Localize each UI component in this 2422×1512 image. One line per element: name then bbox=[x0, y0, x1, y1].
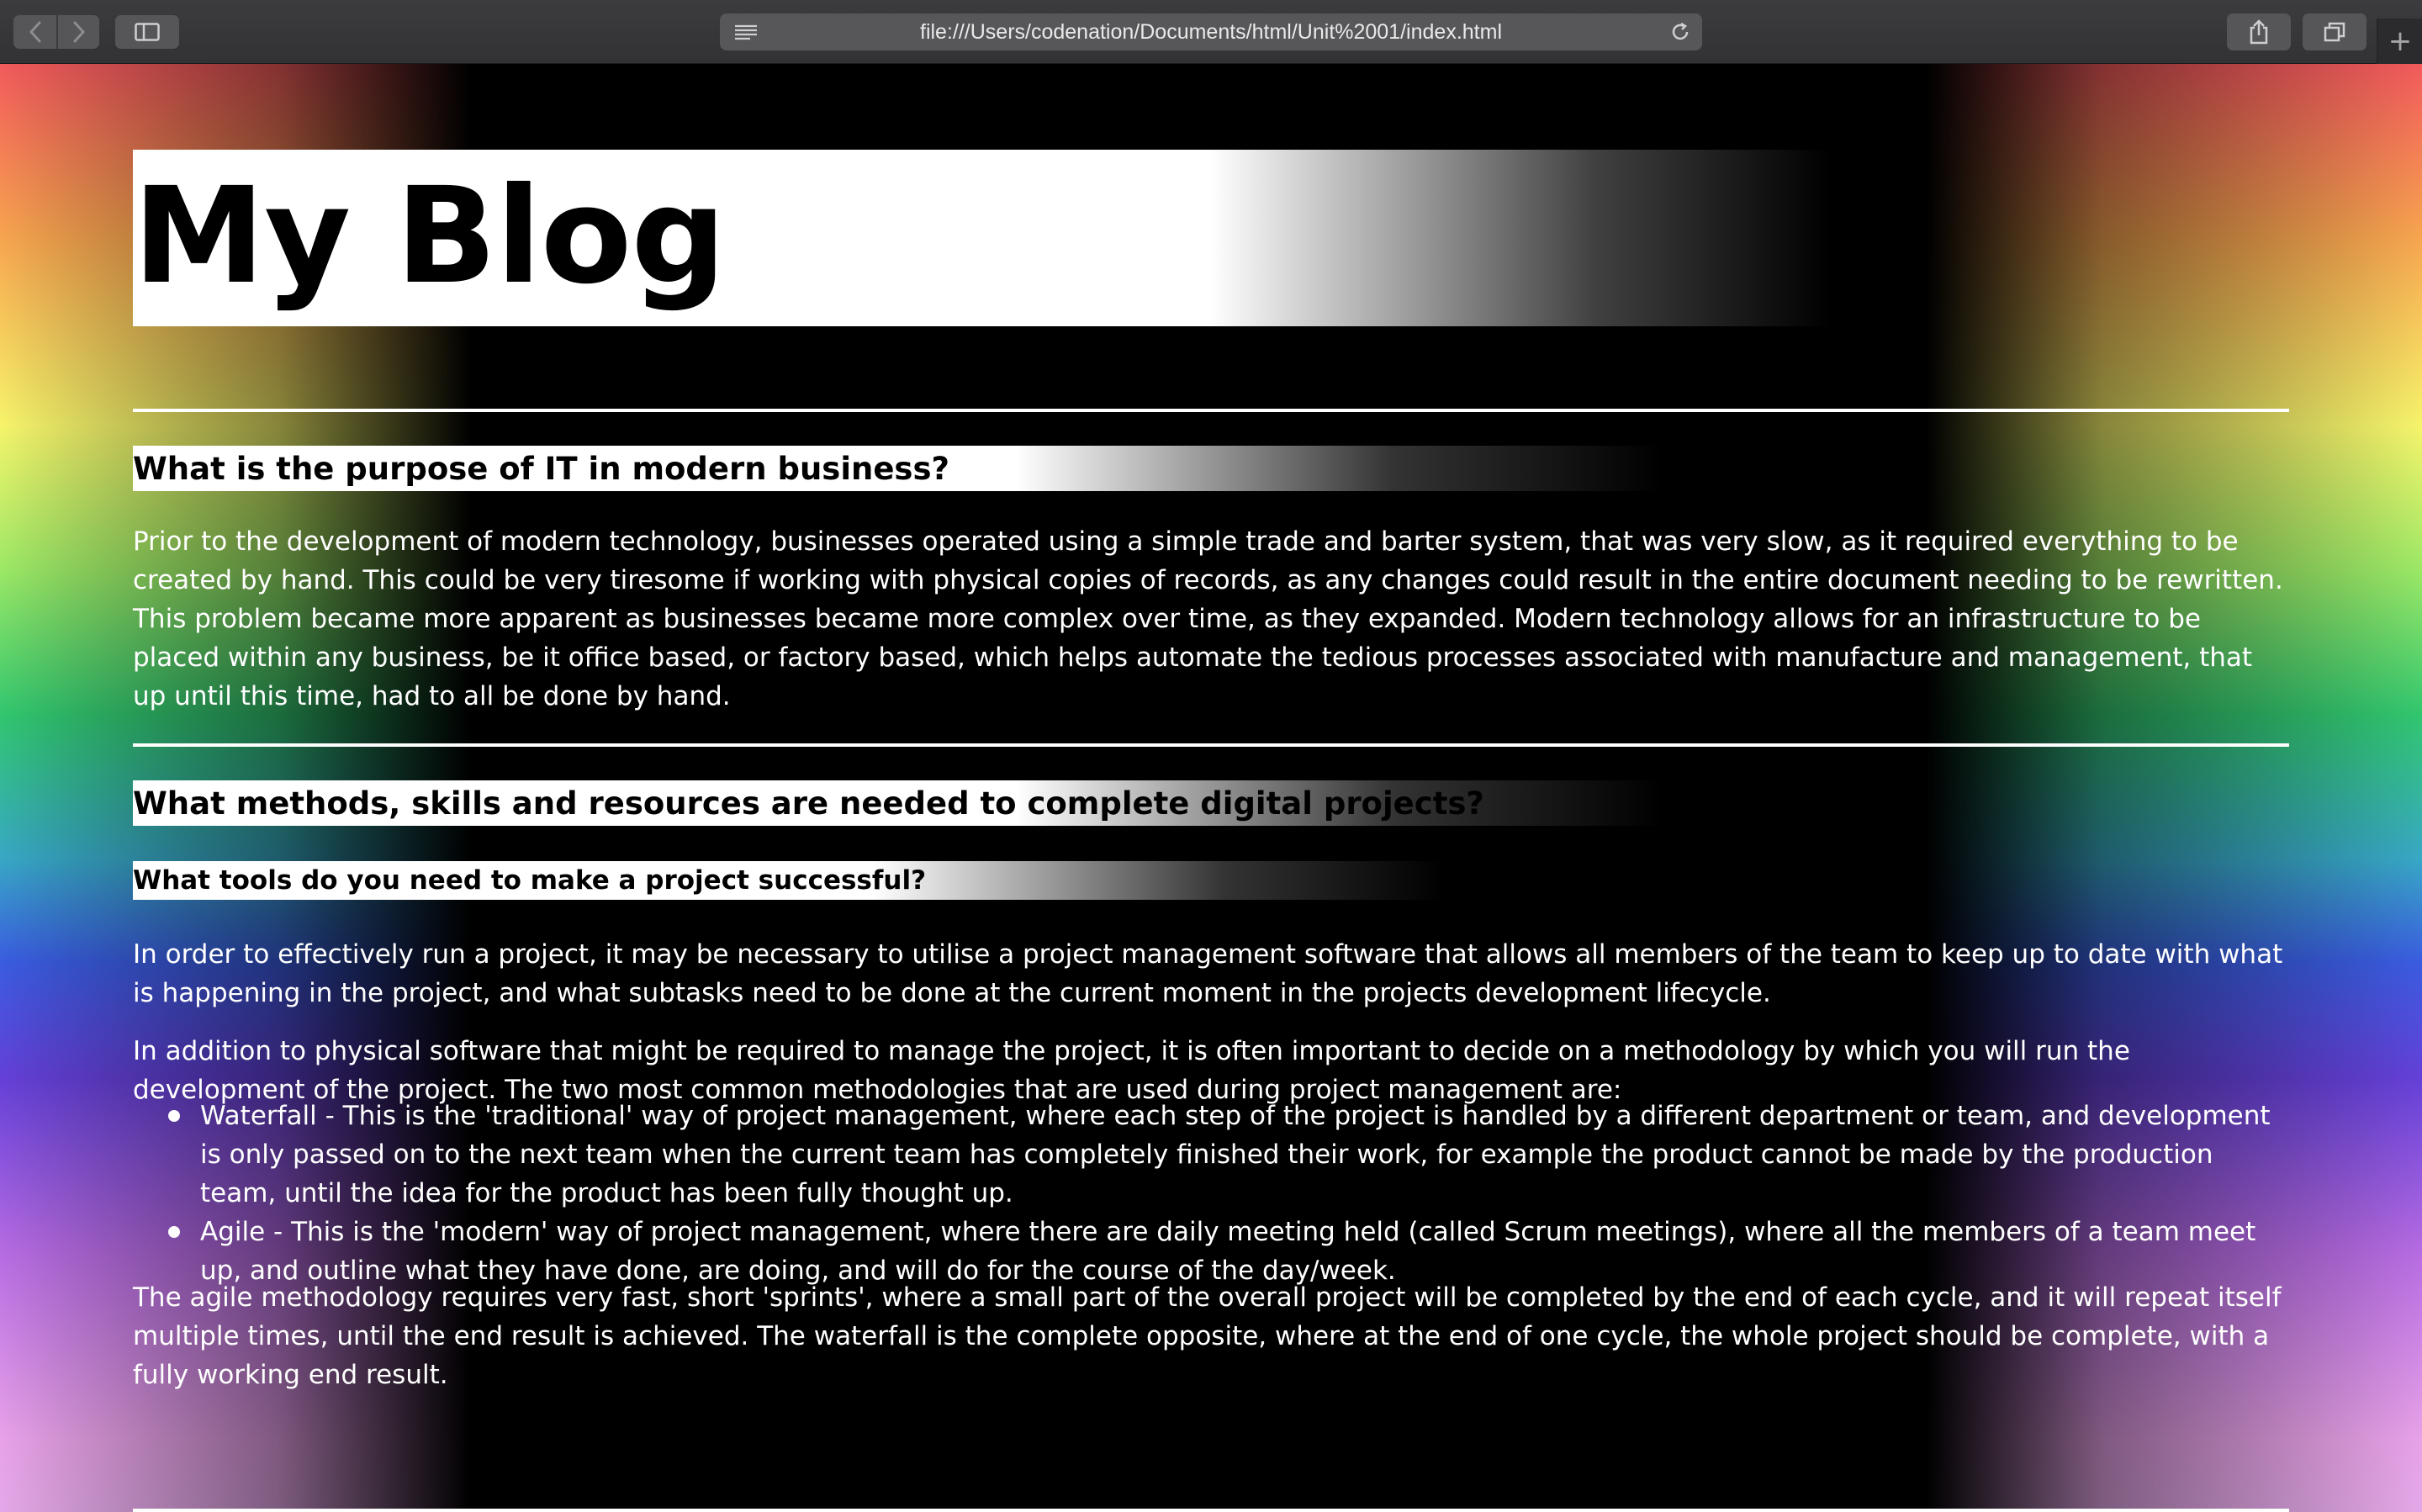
subheading-tools: What tools do you need to make a project… bbox=[133, 865, 927, 896]
sidebar-toggle-button[interactable] bbox=[115, 15, 179, 49]
section-heading-methods: What methods, skills and resources are n… bbox=[133, 785, 1484, 822]
page-viewport: My Blog What is the purpose of IT in mod… bbox=[0, 64, 2422, 1512]
new-tab-button[interactable]: + bbox=[2377, 19, 2422, 64]
bullet-icon bbox=[168, 1226, 180, 1238]
show-tabs-button[interactable] bbox=[2303, 13, 2366, 50]
divider bbox=[133, 1509, 2289, 1512]
list-item-text: Agile - This is the 'modern' way of proj… bbox=[200, 1217, 2256, 1286]
tabs-overview-icon bbox=[2324, 22, 2345, 42]
section-heading-band: What is the purpose of IT in modern busi… bbox=[133, 446, 2289, 491]
browser-toolbar: file:///Users/codenation/Documents/html/… bbox=[0, 0, 2422, 64]
divider bbox=[133, 409, 2289, 412]
share-icon bbox=[2250, 19, 2268, 45]
section-heading-purpose: What is the purpose of IT in modern busi… bbox=[133, 451, 949, 487]
subheading-band: What tools do you need to make a project… bbox=[133, 861, 2289, 900]
list-item: Waterfall - This is the 'traditional' wa… bbox=[133, 1097, 2289, 1213]
chevron-left-icon bbox=[29, 21, 40, 43]
paragraph-tools: In order to effectively run a project, i… bbox=[133, 939, 2283, 1008]
address-bar[interactable]: file:///Users/codenation/Documents/html/… bbox=[720, 13, 1702, 50]
page-title-band: My Blog bbox=[133, 150, 2289, 326]
forward-button[interactable] bbox=[56, 15, 99, 49]
list-item-text: Waterfall - This is the 'traditional' wa… bbox=[200, 1101, 2271, 1208]
methodology-list: Waterfall - This is the 'traditional' wa… bbox=[133, 1097, 2289, 1290]
section-heading-band: What methods, skills and resources are n… bbox=[133, 780, 2289, 826]
sidebar-icon bbox=[135, 23, 160, 41]
url-text[interactable]: file:///Users/codenation/Documents/html/… bbox=[720, 13, 1702, 50]
reload-icon[interactable] bbox=[1668, 20, 1692, 44]
divider bbox=[133, 743, 2289, 747]
share-button[interactable] bbox=[2227, 13, 2291, 50]
navigation-buttons bbox=[13, 15, 99, 49]
page-title: My Blog bbox=[133, 159, 726, 314]
paragraph-agile: The agile methodology requires very fast… bbox=[133, 1282, 2282, 1390]
back-button[interactable] bbox=[13, 15, 56, 49]
bullet-icon bbox=[168, 1110, 180, 1122]
paragraph-purpose: Prior to the development of modern techn… bbox=[133, 526, 2283, 711]
chevron-right-icon bbox=[73, 21, 85, 43]
